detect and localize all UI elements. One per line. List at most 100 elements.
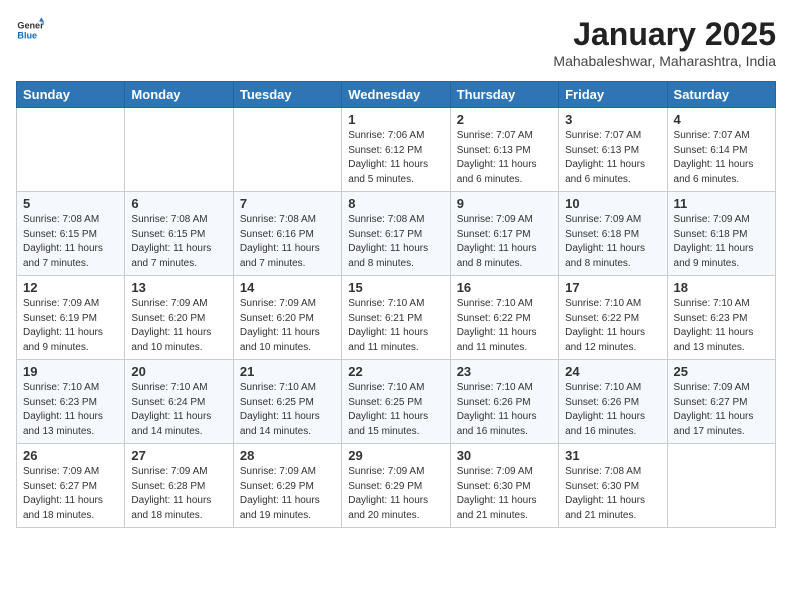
day-info: Sunrise: 7:08 AMSunset: 6:17 PMDaylight:… <box>348 213 443 271</box>
calendar-cell: 5 Sunrise: 7:08 AMSunset: 6:15 PMDaylight… <box>17 192 125 276</box>
day-number: 21 <box>240 364 335 379</box>
calendar-cell: 18 Sunrise: 7:10 AMSunset: 6:23 PMDayligh… <box>667 276 775 360</box>
day-number: 8 <box>348 196 443 211</box>
day-info: Sunrise: 7:09 AMSunset: 6:27 PMDaylight:… <box>674 381 769 439</box>
calendar-cell: 19 Sunrise: 7:10 AMSunset: 6:23 PMDayligh… <box>17 360 125 444</box>
calendar-cell: 11 Sunrise: 7:09 AMSunset: 6:18 PMDayligh… <box>667 192 775 276</box>
day-number: 4 <box>674 112 769 127</box>
calendar-table: SundayMondayTuesdayWednesdayThursdayFrid… <box>16 81 776 528</box>
svg-text:General: General <box>17 21 44 31</box>
weekday-header-sunday: Sunday <box>17 82 125 108</box>
day-info: Sunrise: 7:10 AMSunset: 6:23 PMDaylight:… <box>674 297 769 355</box>
day-number: 25 <box>674 364 769 379</box>
calendar-week-1: 1Sunrise: 7:06 AMSunset: 6:12 PMDaylight… <box>17 108 776 192</box>
calendar-cell: 7Sunrise: 7:08 AMSunset: 6:16 PMDaylight… <box>233 192 341 276</box>
calendar-cell <box>125 108 233 192</box>
calendar-week-5: 26 Sunrise: 7:09 AMSunset: 6:27 PMDayligh… <box>17 444 776 528</box>
calendar-cell: 15Sunrise: 7:10 AMSunset: 6:21 PMDayligh… <box>342 276 450 360</box>
location-title: Mahabaleshwar, Maharashtra, India <box>553 53 776 69</box>
day-info: Sunrise: 7:09 AMSunset: 6:18 PMDaylight:… <box>674 213 769 271</box>
weekday-header-thursday: Thursday <box>450 82 558 108</box>
page-header: General Blue January 2025 Mahabaleshwar,… <box>16 16 776 69</box>
weekday-header-monday: Monday <box>125 82 233 108</box>
day-info: Sunrise: 7:09 AMSunset: 6:28 PMDaylight:… <box>131 465 226 523</box>
day-number: 18 <box>674 280 769 295</box>
day-info: Sunrise: 7:10 AMSunset: 6:26 PMDaylight:… <box>457 381 552 439</box>
day-number: 14 <box>240 280 335 295</box>
calendar-cell: 25 Sunrise: 7:09 AMSunset: 6:27 PMDayligh… <box>667 360 775 444</box>
day-info: Sunrise: 7:08 AMSunset: 6:15 PMDaylight:… <box>23 213 118 271</box>
day-info: Sunrise: 7:09 AMSunset: 6:30 PMDaylight:… <box>457 465 552 523</box>
calendar-cell: 9Sunrise: 7:09 AMSunset: 6:17 PMDaylight… <box>450 192 558 276</box>
calendar-cell: 14 Sunrise: 7:09 AMSunset: 6:20 PMDayligh… <box>233 276 341 360</box>
calendar-cell: 31Sunrise: 7:08 AMSunset: 6:30 PMDayligh… <box>559 444 667 528</box>
day-number: 1 <box>348 112 443 127</box>
day-info: Sunrise: 7:10 AMSunset: 6:23 PMDaylight:… <box>23 381 118 439</box>
day-info: Sunrise: 7:10 AMSunset: 6:21 PMDaylight:… <box>348 297 443 355</box>
weekday-header-saturday: Saturday <box>667 82 775 108</box>
logo-icon: General Blue <box>16 16 44 44</box>
calendar-cell: 6 Sunrise: 7:08 AMSunset: 6:15 PMDaylight… <box>125 192 233 276</box>
calendar-cell: 8 Sunrise: 7:08 AMSunset: 6:17 PMDaylight… <box>342 192 450 276</box>
calendar-header-row: SundayMondayTuesdayWednesdayThursdayFrid… <box>17 82 776 108</box>
day-number: 17 <box>565 280 660 295</box>
day-number: 22 <box>348 364 443 379</box>
calendar-cell: 16 Sunrise: 7:10 AMSunset: 6:22 PMDayligh… <box>450 276 558 360</box>
calendar-cell <box>667 444 775 528</box>
logo: General Blue <box>16 16 44 44</box>
day-number: 6 <box>131 196 226 211</box>
calendar-cell: 13 Sunrise: 7:09 AMSunset: 6:20 PMDayligh… <box>125 276 233 360</box>
day-number: 26 <box>23 448 118 463</box>
day-info: Sunrise: 7:09 AMSunset: 6:18 PMDaylight:… <box>565 213 660 271</box>
calendar-cell <box>17 108 125 192</box>
day-number: 13 <box>131 280 226 295</box>
calendar-cell: 4 Sunrise: 7:07 AMSunset: 6:14 PMDaylight… <box>667 108 775 192</box>
day-number: 19 <box>23 364 118 379</box>
day-info: Sunrise: 7:09 AMSunset: 6:17 PMDaylight:… <box>457 213 552 271</box>
day-number: 31 <box>565 448 660 463</box>
day-info: Sunrise: 7:10 AMSunset: 6:22 PMDaylight:… <box>457 297 552 355</box>
calendar-week-3: 12 Sunrise: 7:09 AMSunset: 6:19 PMDayligh… <box>17 276 776 360</box>
day-info: Sunrise: 7:09 AMSunset: 6:27 PMDaylight:… <box>23 465 118 523</box>
day-info: Sunrise: 7:10 AMSunset: 6:25 PMDaylight:… <box>240 381 335 439</box>
calendar-cell: 20 Sunrise: 7:10 AMSunset: 6:24 PMDayligh… <box>125 360 233 444</box>
day-number: 12 <box>23 280 118 295</box>
day-number: 7 <box>240 196 335 211</box>
svg-text:Blue: Blue <box>17 30 37 40</box>
day-info: Sunrise: 7:07 AMSunset: 6:14 PMDaylight:… <box>674 129 769 187</box>
day-number: 20 <box>131 364 226 379</box>
day-info: Sunrise: 7:10 AMSunset: 6:26 PMDaylight:… <box>565 381 660 439</box>
day-info: Sunrise: 7:09 AMSunset: 6:20 PMDaylight:… <box>240 297 335 355</box>
day-info: Sunrise: 7:08 AMSunset: 6:15 PMDaylight:… <box>131 213 226 271</box>
day-number: 29 <box>348 448 443 463</box>
calendar-week-2: 5 Sunrise: 7:08 AMSunset: 6:15 PMDaylight… <box>17 192 776 276</box>
calendar-cell: 17 Sunrise: 7:10 AMSunset: 6:22 PMDayligh… <box>559 276 667 360</box>
day-number: 30 <box>457 448 552 463</box>
day-number: 5 <box>23 196 118 211</box>
calendar-cell: 27 Sunrise: 7:09 AMSunset: 6:28 PMDayligh… <box>125 444 233 528</box>
day-info: Sunrise: 7:07 AMSunset: 6:13 PMDaylight:… <box>565 129 660 187</box>
calendar-cell: 24Sunrise: 7:10 AMSunset: 6:26 PMDayligh… <box>559 360 667 444</box>
calendar-cell: 1Sunrise: 7:06 AMSunset: 6:12 PMDaylight… <box>342 108 450 192</box>
day-number: 27 <box>131 448 226 463</box>
calendar-cell: 28Sunrise: 7:09 AMSunset: 6:29 PMDayligh… <box>233 444 341 528</box>
day-info: Sunrise: 7:09 AMSunset: 6:20 PMDaylight:… <box>131 297 226 355</box>
day-number: 16 <box>457 280 552 295</box>
weekday-header-friday: Friday <box>559 82 667 108</box>
day-info: Sunrise: 7:10 AMSunset: 6:24 PMDaylight:… <box>131 381 226 439</box>
day-info: Sunrise: 7:10 AMSunset: 6:22 PMDaylight:… <box>565 297 660 355</box>
calendar-cell: 2Sunrise: 7:07 AMSunset: 6:13 PMDaylight… <box>450 108 558 192</box>
calendar-cell: 3Sunrise: 7:07 AMSunset: 6:13 PMDaylight… <box>559 108 667 192</box>
day-info: Sunrise: 7:09 AMSunset: 6:19 PMDaylight:… <box>23 297 118 355</box>
title-block: January 2025 Mahabaleshwar, Maharashtra,… <box>553 16 776 69</box>
day-number: 2 <box>457 112 552 127</box>
month-title: January 2025 <box>553 16 776 53</box>
day-info: Sunrise: 7:09 AMSunset: 6:29 PMDaylight:… <box>348 465 443 523</box>
calendar-cell: 22Sunrise: 7:10 AMSunset: 6:25 PMDayligh… <box>342 360 450 444</box>
day-info: Sunrise: 7:09 AMSunset: 6:29 PMDaylight:… <box>240 465 335 523</box>
day-number: 11 <box>674 196 769 211</box>
calendar-cell: 29 Sunrise: 7:09 AMSunset: 6:29 PMDayligh… <box>342 444 450 528</box>
day-number: 10 <box>565 196 660 211</box>
calendar-cell: 10 Sunrise: 7:09 AMSunset: 6:18 PMDayligh… <box>559 192 667 276</box>
calendar-cell: 12 Sunrise: 7:09 AMSunset: 6:19 PMDayligh… <box>17 276 125 360</box>
